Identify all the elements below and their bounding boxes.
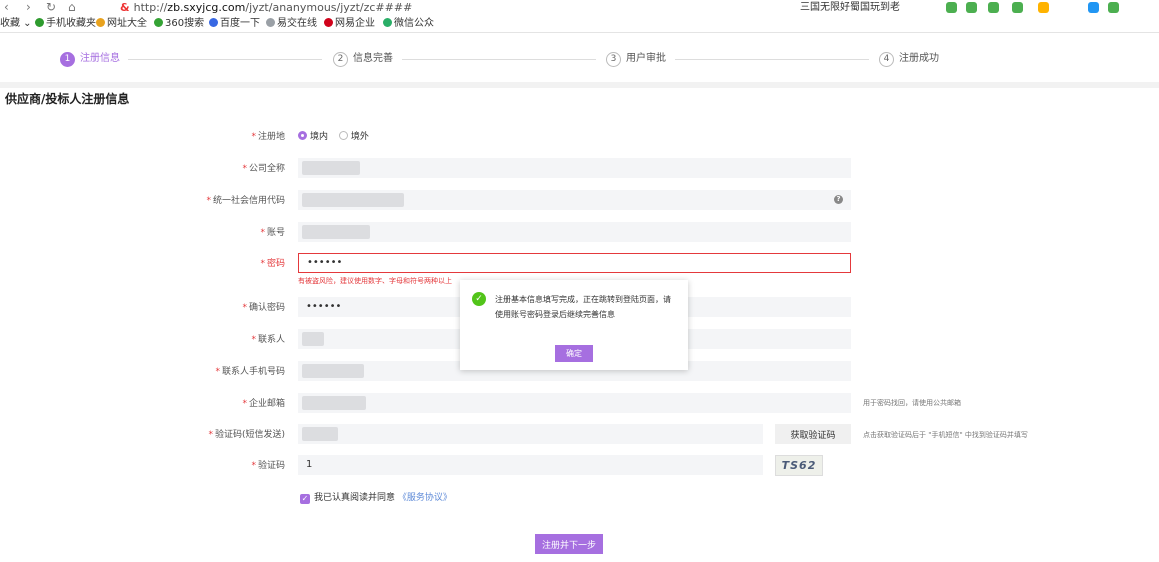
confirm-button[interactable]: 确定 [555,345,593,362]
help-icon[interactable]: ? [834,195,843,204]
email-hint: 用于密码找回，请使用公共邮箱 [863,399,961,407]
battery-icon[interactable] [1108,2,1119,13]
get-code-button[interactable]: 获取验证码 [775,424,851,444]
dialog-message: 注册基本信息填写完成，正在跳转到登陆页面，请使用账号密码登录后继续完善信息 [495,295,671,319]
company-label: * 公司全称 [242,164,285,174]
extension-icon[interactable] [946,2,957,13]
success-dialog: ✓ 注册基本信息填写完成，正在跳转到登陆页面，请使用账号密码登录后继续完善信息 … [460,280,688,370]
email-label: * 企业邮箱 [242,399,285,409]
bookmark-item[interactable]: 网易企业 [324,16,375,32]
back-icon[interactable]: ‹ [4,0,9,14]
bookmark-icon [266,18,275,27]
step-divider [402,59,596,60]
browser-toolbar-right: 三国无限好蜀国玩到老 [760,1,900,14]
extension-icon[interactable] [988,2,999,13]
password-label: * 密码 [260,259,285,269]
url-prefix: http:// [133,1,168,14]
company-name-input[interactable] [298,158,851,178]
security-warning-icon: & [120,1,130,14]
radio-checked-icon [298,131,307,140]
browser-address-bar: ‹ › ↻ ⌂ & http://zb.sxyjcg.com/jyzt/anany… [0,0,1159,16]
extension-icon[interactable] [1038,2,1049,13]
refresh-icon[interactable]: ↻ [46,0,56,14]
region-radio-foreign[interactable]: 境外 [338,131,369,142]
agreement-checkbox[interactable]: ✓ 我已认真阅读并同意 《服务协议》 [300,492,452,504]
extension-icon[interactable] [966,2,977,13]
credit-code-label: * 统一社会信用代码 [206,196,285,206]
captcha-label: * 验证码 [251,461,285,471]
bookmark-icon [96,18,105,27]
url-domain: zb.sxyjcg.com [167,1,246,14]
sms-code-label: * 验证码(短信发送) [208,430,285,440]
confirm-password-label: * 确认密码 [242,303,285,313]
bookmark-item[interactable]: 微信公众 [383,16,434,32]
bookmark-item[interactable]: 收藏 ⌄ [0,16,32,32]
captcha-image[interactable]: TS62 [775,455,823,476]
success-check-icon: ✓ [472,292,486,306]
step-divider [128,59,322,60]
separator [0,82,1159,88]
redacted-value [302,427,338,441]
sms-code-hint: 点击获取验证码后于 "手机短信" 中找到验证码并填写 [863,431,1028,439]
region-radio-group: 境内 境外 [298,131,369,143]
bookmark-item[interactable]: 360搜索 [154,16,204,32]
step-4: 4 注册成功 [879,51,939,67]
account-input[interactable] [298,222,851,242]
url-path: /jyzt/ananymous/jyzt/zc#### [245,1,413,14]
bookmark-icon [209,18,218,27]
tab-title[interactable]: 三国无限好蜀国玩到老 [800,2,900,13]
step-1: 1 注册信息 [60,51,120,67]
contact-phone-label: * 联系人手机号码 [215,367,285,377]
region-label: * 注册地 [251,132,285,142]
bookmark-icon [324,18,333,27]
redacted-value [302,396,366,410]
redacted-value [302,193,404,207]
contact-label: * 联系人 [251,335,285,345]
redacted-value [302,161,360,175]
captcha-input[interactable]: 1 [298,455,763,475]
bookmark-item[interactable]: 网址大全 [96,16,147,32]
bookmark-icon [154,18,163,27]
credit-code-input[interactable] [298,190,851,210]
extension-icon[interactable] [1012,2,1023,13]
bookmark-item[interactable]: 手机收藏夹 [35,16,96,32]
account-label: * 账号 [260,228,285,238]
sms-code-input[interactable] [298,424,763,444]
password-input[interactable]: •••••• [298,253,851,273]
email-input[interactable] [298,393,851,413]
bookmark-icon [35,18,44,27]
bookmark-icon [383,18,392,27]
service-agreement-link[interactable]: 《服务协议》 [398,493,452,503]
extension-icon[interactable] [1088,2,1099,13]
password-error-message: 有被盗风险，建议使用数字、字母和符号两种以上 [298,277,452,285]
redacted-value [302,364,364,378]
redacted-value [302,332,324,346]
bookmarks-bar: 收藏 ⌄ 手机收藏夹 网址大全 360搜索 百度一下 易交在线 网易企业 微信公… [0,16,1159,33]
checkbox-checked-icon: ✓ [300,494,310,504]
page-title: 供应商/投标人注册信息 [5,92,130,106]
home-icon[interactable]: ⌂ [68,0,76,14]
forward-icon[interactable]: › [26,0,31,14]
redacted-value [302,225,370,239]
radio-unchecked-icon [338,131,348,140]
register-next-button[interactable]: 注册并下一步 [535,534,603,554]
bookmark-item[interactable]: 易交在线 [266,16,317,32]
step-2: 2 信息完善 [333,51,393,67]
step-3: 3 用户审批 [606,51,666,67]
url-field[interactable]: & http://zb.sxyjcg.com/jyzt/ananymous/jyz… [120,1,412,14]
region-radio-domestic[interactable]: 境内 [298,131,328,142]
step-divider [675,59,869,60]
registration-steps: 1 注册信息 2 信息完善 3 用户审批 4 注册成功 [0,34,1159,82]
bookmark-item[interactable]: 百度一下 [209,16,260,32]
